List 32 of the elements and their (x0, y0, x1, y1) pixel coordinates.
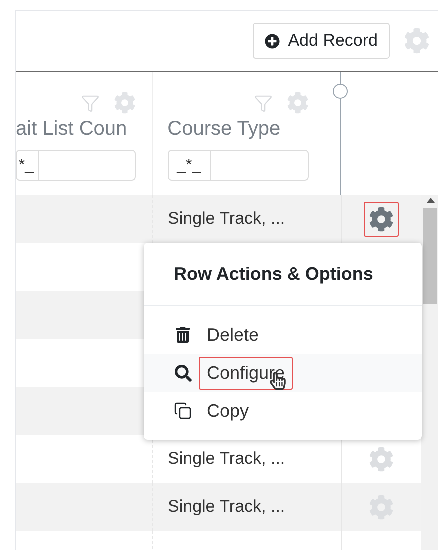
row-settings-button[interactable] (364, 202, 399, 236)
table-cell-text: Single Track, ... (168, 208, 286, 230)
menu-item-label: Delete (206, 324, 260, 346)
filter-field[interactable]: *_ (16, 150, 136, 181)
filter-field[interactable]: _*_ (168, 150, 310, 181)
settings-icon[interactable] (287, 92, 310, 114)
filter-operator[interactable]: _*_ (168, 151, 211, 180)
filter-icon[interactable] (80, 94, 100, 112)
copy-icon (174, 402, 192, 420)
scrollbar-thumb[interactable] (423, 208, 437, 304)
resize-handle[interactable] (333, 84, 348, 99)
trash-icon (175, 327, 191, 343)
column-title: ait List Coun (16, 117, 128, 142)
column-title: Course Type (168, 117, 281, 142)
filter-operator[interactable]: *_ (17, 151, 39, 180)
menu-item[interactable]: Configure (144, 354, 422, 392)
menu-title: Row Actions & Options (174, 262, 374, 286)
menu-item-label: Configure (199, 356, 294, 390)
table-cell-text: Single Track, ... (168, 496, 286, 518)
settings-icon[interactable] (404, 28, 430, 54)
menu-item[interactable]: Copy (144, 392, 422, 430)
filter-icon[interactable] (254, 94, 274, 112)
plus-icon (265, 34, 280, 48)
search-icon (174, 364, 192, 382)
settings-icon[interactable] (114, 92, 136, 114)
gear-icon (369, 206, 394, 232)
gear-icon (369, 446, 394, 472)
add-record-button[interactable]: Add Record (253, 23, 390, 59)
menu-item-label: Copy (206, 400, 250, 423)
menu-item[interactable]: Delete (144, 316, 422, 354)
scroll-up-icon[interactable] (427, 198, 435, 203)
table-cell-text: Single Track, ... (168, 448, 286, 470)
